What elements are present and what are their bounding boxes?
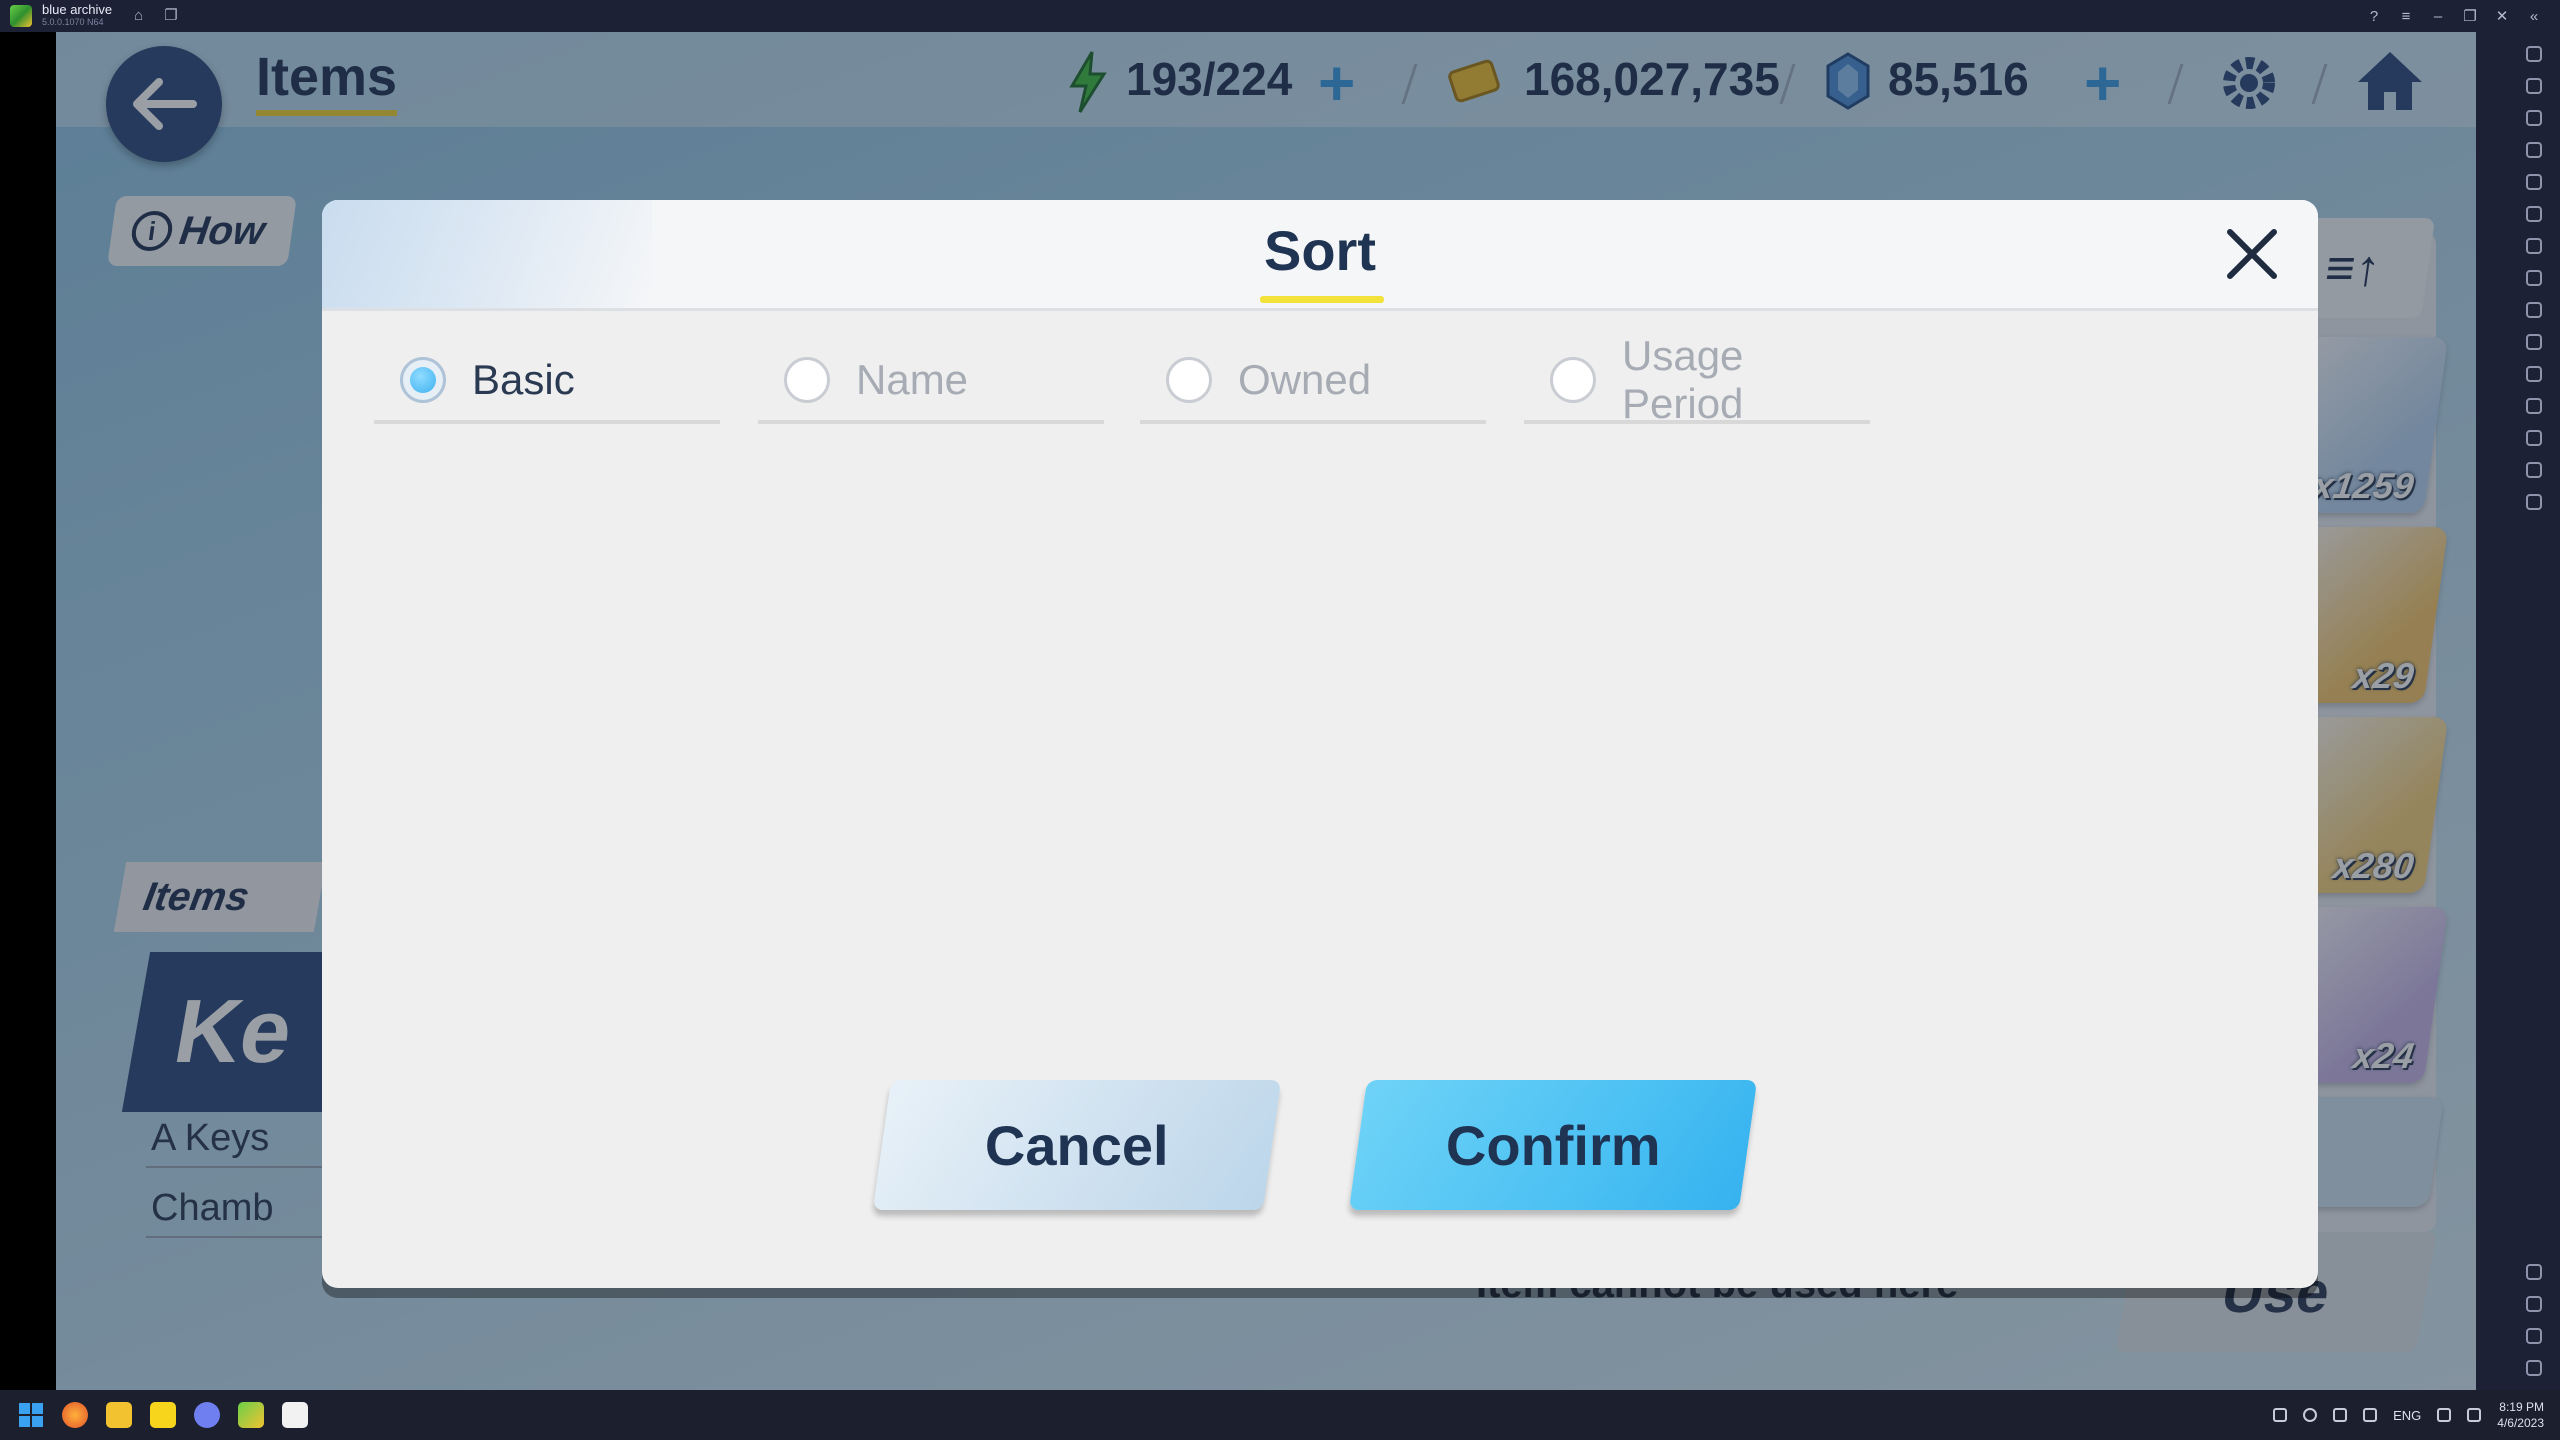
- macro-icon[interactable]: [2526, 206, 2542, 222]
- radio-button[interactable]: [784, 357, 830, 403]
- settings-icon[interactable]: [2526, 1264, 2542, 1280]
- collapse-sidebar-icon[interactable]: «: [2518, 8, 2550, 25]
- discord-tray-icon[interactable]: [2273, 1408, 2288, 1422]
- sort-dialog-title: Sort: [1264, 219, 1376, 282]
- file-explorer-icon[interactable]: [106, 1402, 132, 1428]
- language-indicator[interactable]: ENG: [2393, 1408, 2421, 1423]
- sticky-notes-icon[interactable]: [150, 1402, 176, 1428]
- cancel-button[interactable]: Cancel: [872, 1080, 1282, 1210]
- sort-option-name[interactable]: Name: [758, 340, 1104, 424]
- media-icon[interactable]: [2526, 110, 2542, 126]
- app-version: 5.0.0.1070 N64: [42, 17, 104, 27]
- volume-tray-icon[interactable]: [2467, 1408, 2482, 1422]
- confirm-button[interactable]: Confirm: [1348, 1080, 1758, 1210]
- confirm-button-label: Confirm: [1445, 1113, 1661, 1177]
- notepad-icon[interactable]: [282, 1402, 308, 1428]
- location-icon[interactable]: [2526, 430, 2542, 446]
- folder-icon[interactable]: [2526, 334, 2542, 350]
- clock-time: 8:19 PM: [2499, 1400, 2544, 1414]
- close-icon[interactable]: [2220, 222, 2284, 286]
- clock-date: 4/6/2023: [2497, 1416, 2544, 1430]
- keyboard-icon[interactable]: [2526, 142, 2542, 158]
- emulator-sidebar: [2475, 32, 2560, 1390]
- system-tray: ENG 8:19 PM 4/6/2023: [2273, 1390, 2544, 1440]
- tray-app-icon[interactable]: [2303, 1408, 2318, 1422]
- sort-dialog: Sort Basic Name Owned Usage Period Cance…: [322, 200, 2318, 1288]
- bluestacks-taskbar-icon[interactable]: [238, 1402, 264, 1428]
- sort-option-label: Usage Period: [1622, 332, 1744, 427]
- discord-icon[interactable]: [194, 1402, 220, 1428]
- sort-option-basic[interactable]: Basic: [374, 340, 720, 424]
- sort-option-label: Owned: [1238, 356, 1372, 403]
- eco-mode-icon[interactable]: [2526, 398, 2542, 414]
- screenshot-icon[interactable]: [2526, 270, 2542, 286]
- sort-option-usage-period[interactable]: Usage Period: [1524, 332, 1870, 427]
- copy-icon[interactable]: [2526, 366, 2542, 382]
- steam-tray-icon[interactable]: [2363, 1408, 2378, 1422]
- os-taskbar: ENG 8:19 PM 4/6/2023: [0, 1390, 2560, 1440]
- radio-button[interactable]: [1166, 357, 1212, 403]
- close-window-icon[interactable]: ✕: [2486, 7, 2518, 25]
- sort-option-owned[interactable]: Owned: [1140, 340, 1486, 424]
- sync-icon[interactable]: [2526, 494, 2542, 510]
- app-name: blue archive: [42, 2, 113, 17]
- rotate-icon[interactable]: [2526, 174, 2542, 190]
- emulator-title-bar: blue archive 5.0.0.1070 N64 ⌂ ❐ ? ≡ – ❐ …: [0, 0, 2560, 32]
- clock[interactable]: 8:19 PM 4/6/2023: [2497, 1399, 2544, 1431]
- minimize-icon[interactable]: –: [2422, 8, 2454, 25]
- radio-button[interactable]: [1550, 357, 1596, 403]
- network-icon[interactable]: [2437, 1408, 2452, 1422]
- record-icon[interactable]: [2526, 302, 2542, 318]
- sort-dialog-header: Sort: [322, 200, 2318, 311]
- firefox-icon[interactable]: [62, 1402, 88, 1428]
- cancel-button-label: Cancel: [985, 1113, 1169, 1177]
- windows-start-icon[interactable]: [18, 1402, 44, 1428]
- layers-icon[interactable]: [2526, 462, 2542, 478]
- volume-icon[interactable]: [2526, 78, 2542, 94]
- radio-button-selected[interactable]: [400, 357, 446, 403]
- recent-apps-icon[interactable]: [2526, 1360, 2542, 1376]
- back-nav-icon[interactable]: [2526, 1296, 2542, 1312]
- multi-instance-icon[interactable]: ❐: [164, 8, 180, 24]
- home-icon[interactable]: ⌂: [134, 8, 150, 24]
- game-viewport: Items 193/224 + 168,027,735 85,516 + i H…: [56, 32, 2476, 1390]
- bluestacks-logo-icon: [10, 5, 32, 27]
- tray-app-icon[interactable]: [2333, 1408, 2348, 1422]
- fullscreen-icon[interactable]: [2526, 46, 2542, 62]
- sort-option-label: Name: [856, 356, 969, 403]
- title-underline: [1260, 296, 1384, 303]
- sort-option-label: Basic: [472, 356, 575, 403]
- camera-icon[interactable]: [2526, 238, 2542, 254]
- help-icon[interactable]: ?: [2358, 8, 2390, 25]
- restore-icon[interactable]: ❐: [2454, 7, 2486, 25]
- menu-icon[interactable]: ≡: [2390, 8, 2422, 25]
- home-nav-icon[interactable]: [2526, 1328, 2542, 1344]
